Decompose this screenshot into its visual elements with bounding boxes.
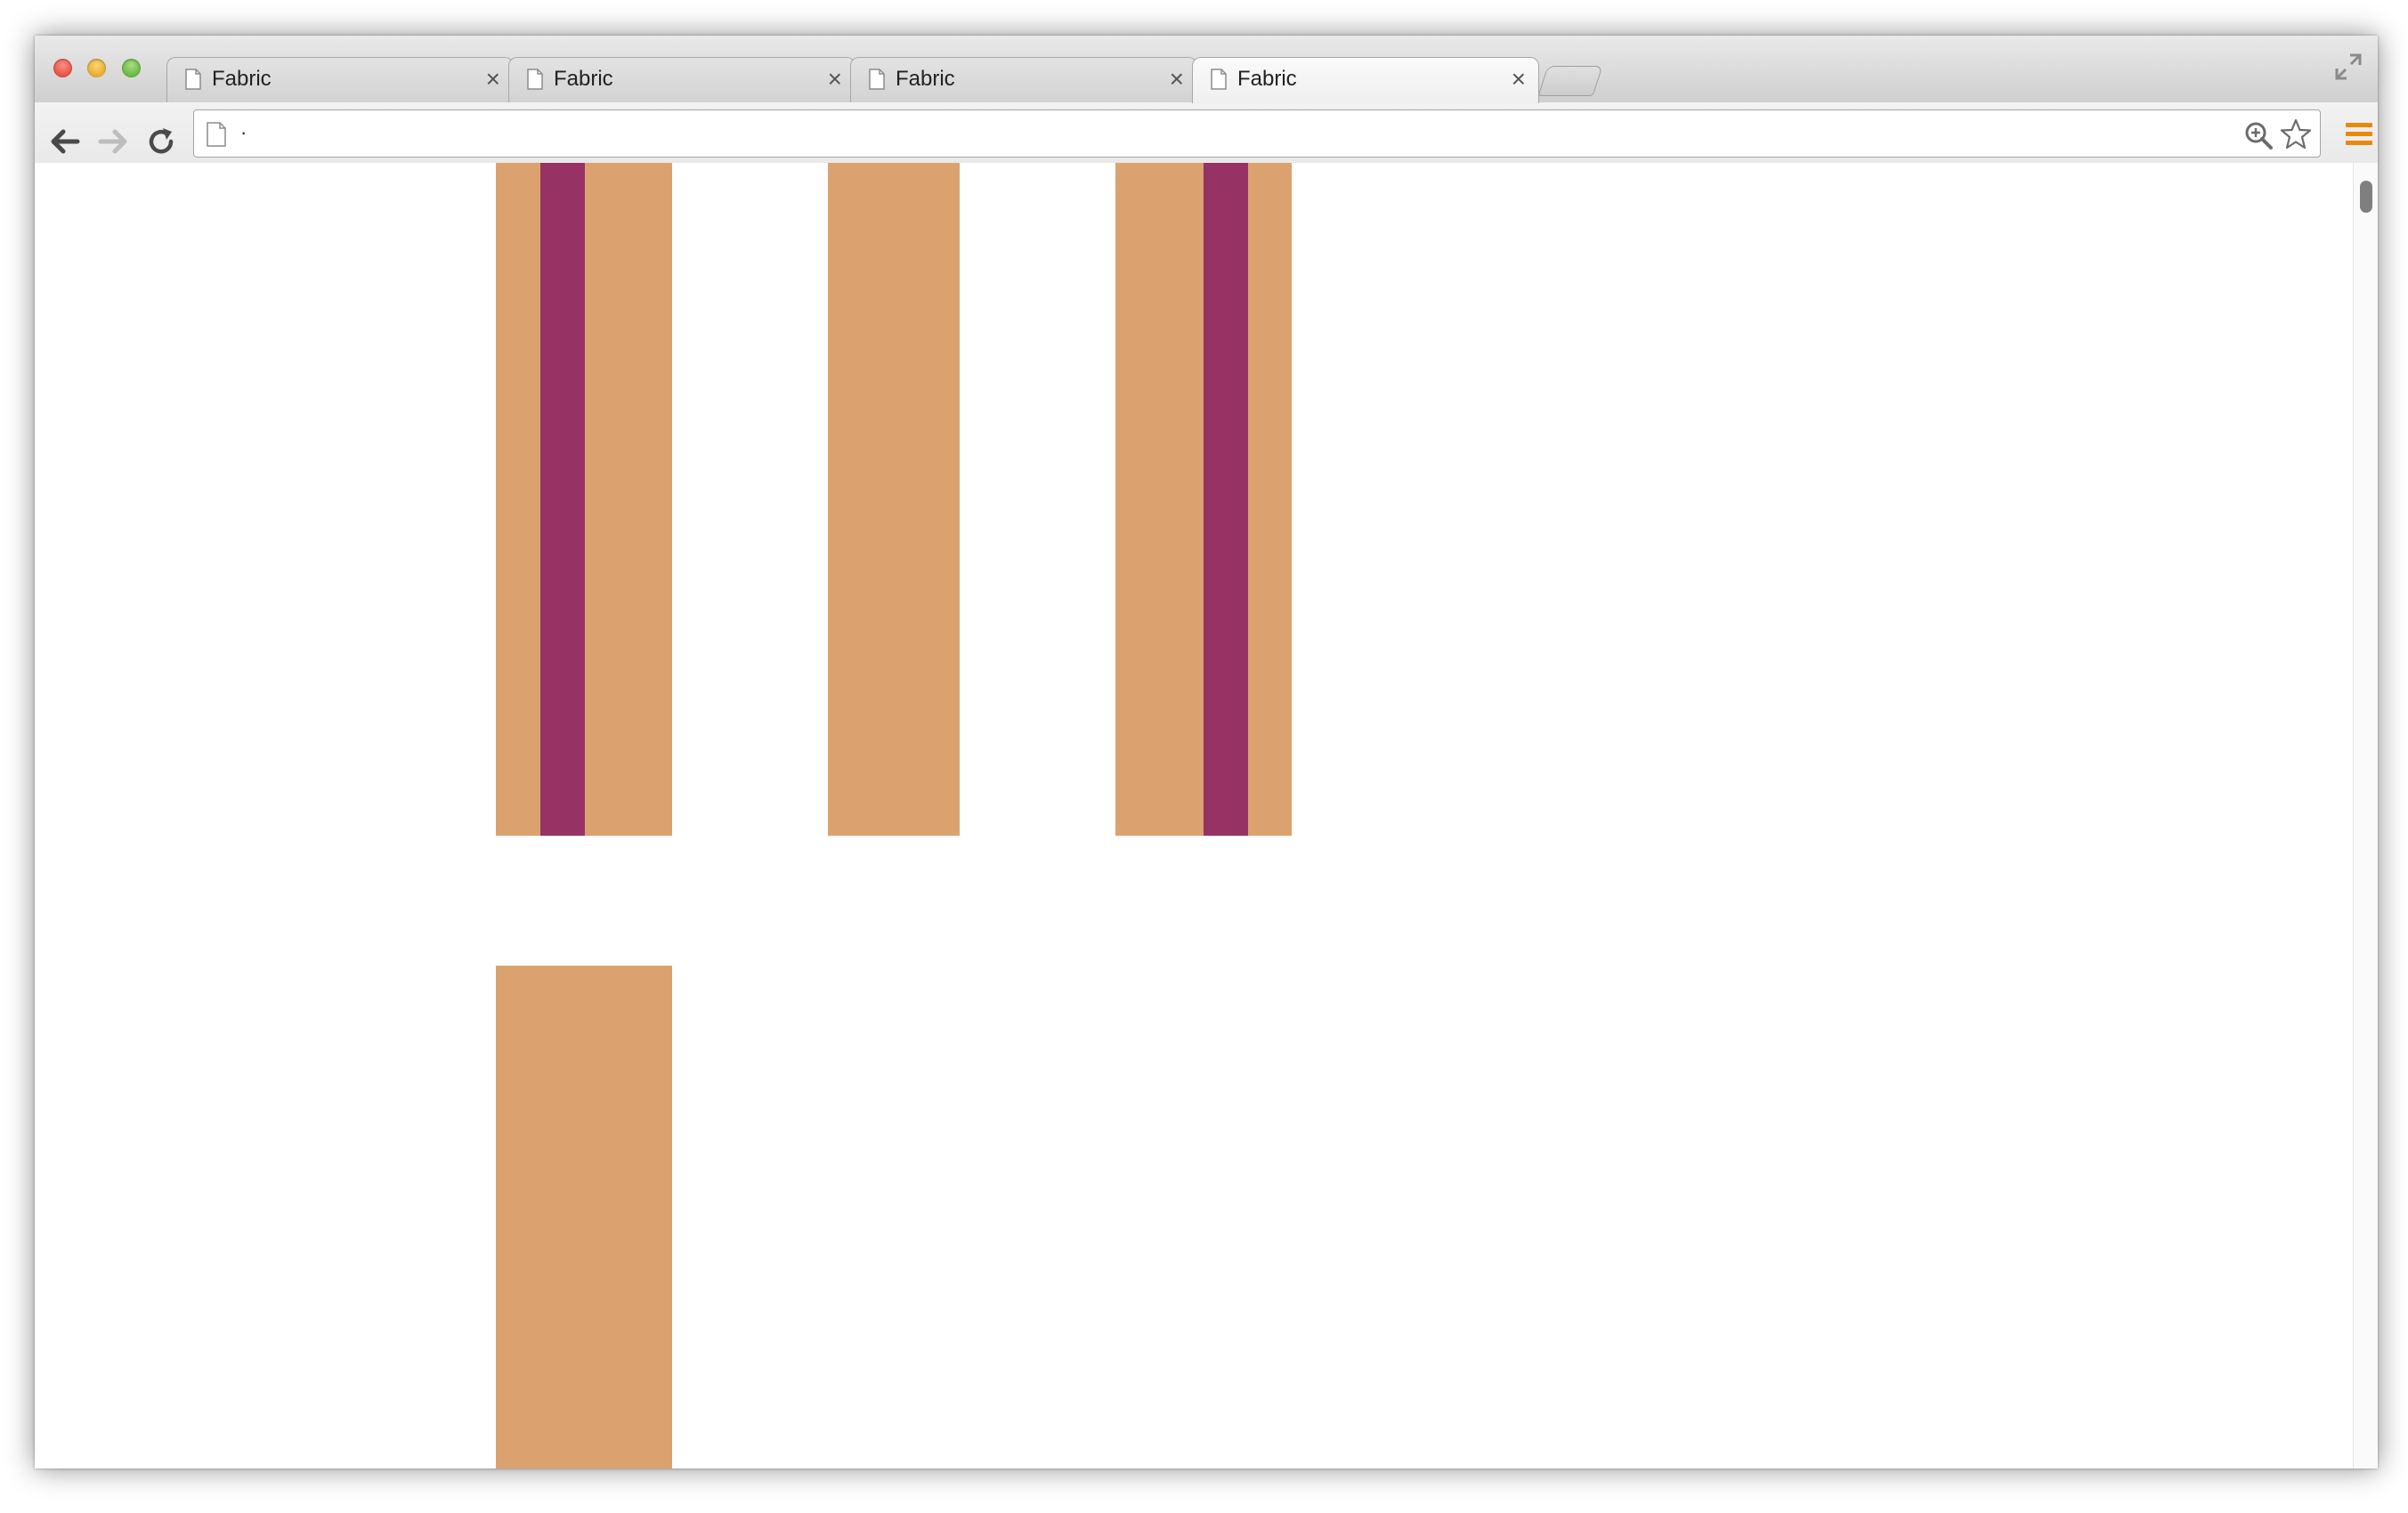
tab-4-active[interactable]: Fabric × xyxy=(1192,57,1539,103)
tab-title: Fabric xyxy=(1237,67,1297,91)
menu-icon[interactable] xyxy=(2344,120,2374,149)
maximize-window-button[interactable] xyxy=(122,59,141,77)
fullscreen-icon[interactable] xyxy=(2333,52,2363,82)
minimize-window-button[interactable] xyxy=(87,59,106,77)
bookmark-star-icon[interactable] xyxy=(2279,117,2313,151)
tab-close-icon[interactable]: × xyxy=(1512,63,1526,95)
tab-3[interactable]: Fabric × xyxy=(850,57,1197,103)
fabric-rect-4 xyxy=(496,966,672,1468)
tab-close-icon[interactable]: × xyxy=(828,63,842,95)
fabric-stripe-3 xyxy=(1204,163,1248,836)
new-tab-button[interactable] xyxy=(1537,66,1603,96)
tab-strip: Fabric × Fabric × Fabric × Fabric × xyxy=(35,36,2378,103)
fabric-rect-2 xyxy=(828,163,960,836)
tab-2[interactable]: Fabric × xyxy=(508,57,855,103)
close-window-button[interactable] xyxy=(53,59,72,77)
page-icon xyxy=(1211,69,1227,90)
tab-close-icon[interactable]: × xyxy=(1170,63,1184,95)
page-icon xyxy=(207,122,226,147)
page-icon xyxy=(527,69,543,90)
address-bar[interactable]: · xyxy=(193,109,2321,158)
zoom-icon[interactable] xyxy=(2243,120,2274,150)
back-arrow-icon[interactable] xyxy=(47,124,83,159)
tab-title: Fabric xyxy=(212,67,272,91)
tab-close-icon[interactable]: × xyxy=(486,63,500,95)
tab-title: Fabric xyxy=(554,67,613,91)
page-icon xyxy=(869,69,885,90)
forward-arrow-icon[interactable] xyxy=(95,124,131,159)
reload-icon[interactable] xyxy=(143,124,179,159)
vertical-scrollbar[interactable] xyxy=(2353,163,2378,1468)
tab-1[interactable]: Fabric × xyxy=(166,57,514,103)
browser-window: Fabric × Fabric × Fabric × Fabric × · xyxy=(35,36,2378,1468)
scroll-thumb[interactable] xyxy=(2360,181,2372,213)
tab-title: Fabric xyxy=(896,67,955,91)
fabric-stripe-1 xyxy=(540,163,585,836)
page-content xyxy=(35,163,2353,1468)
page-icon xyxy=(185,69,201,90)
url-text[interactable]: · xyxy=(240,121,247,144)
